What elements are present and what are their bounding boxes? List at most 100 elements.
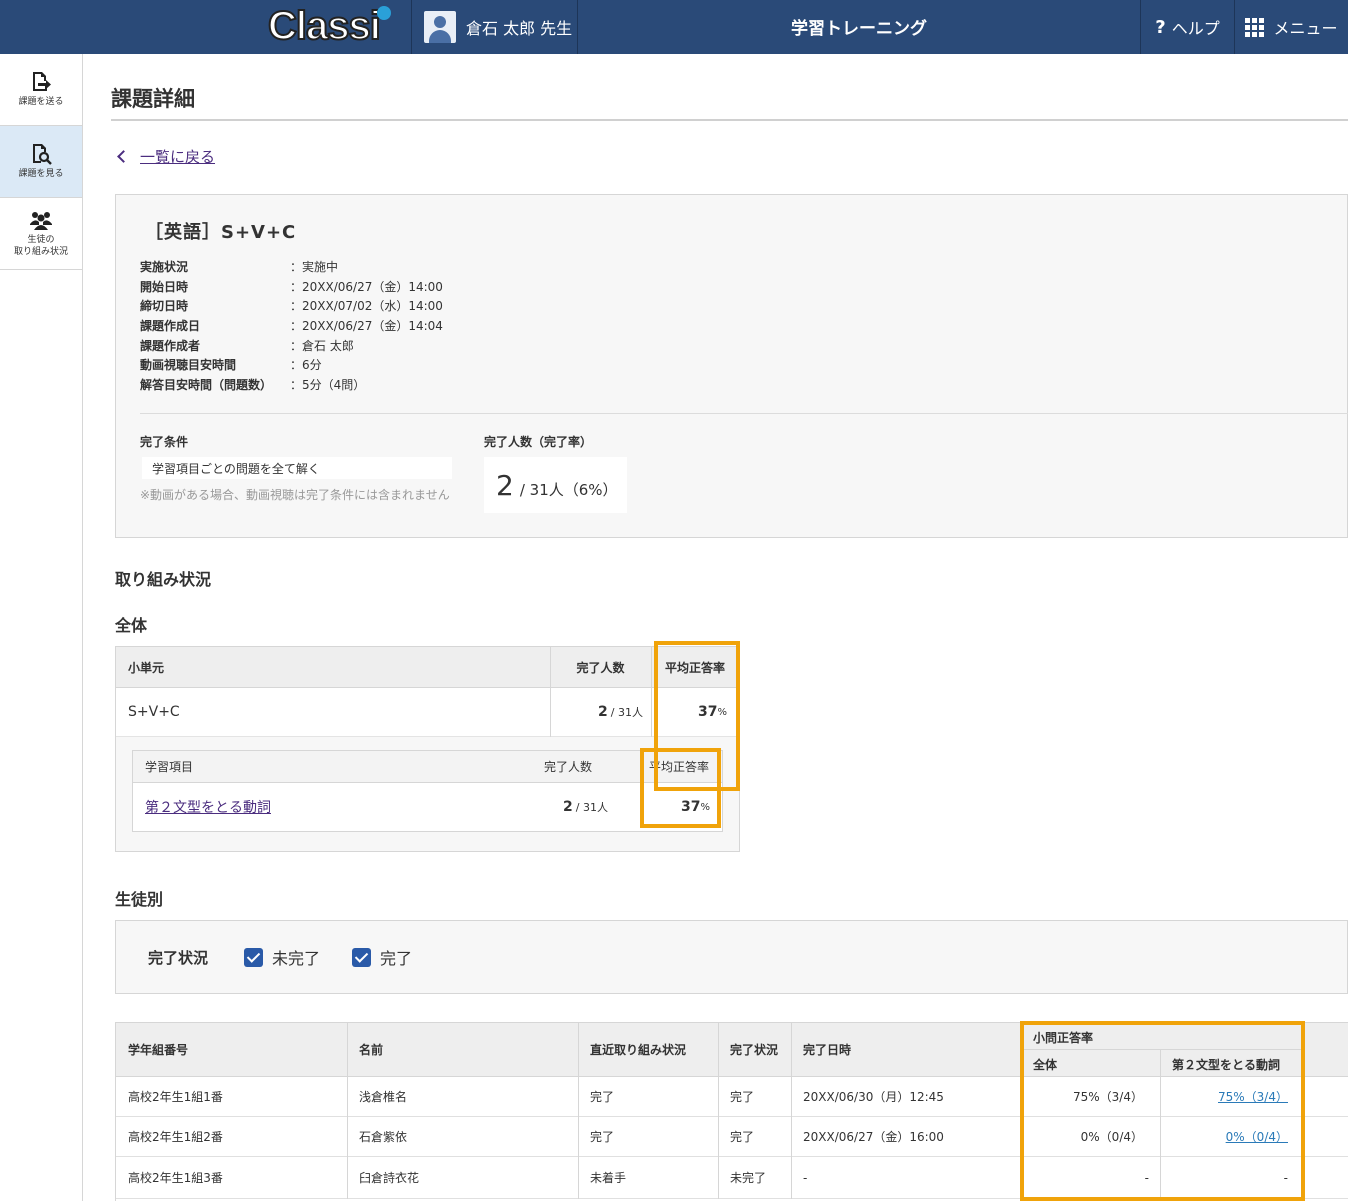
student-name: 石倉紫依 [359, 1130, 408, 1144]
info-colon: ： [290, 358, 303, 373]
rate-all: 75%（3/4） [1073, 1090, 1143, 1104]
rate-all: 0%（0/4） [1080, 1130, 1143, 1144]
column-divider [791, 1117, 792, 1157]
overall-table: 小単元 完了人数 平均正答率 S+V+C 2 / 31人 37 % 学習項目 完… [115, 646, 740, 852]
completion-status: 完了 [730, 1090, 755, 1104]
avg-rate-cell: 37 % [643, 783, 710, 831]
header-date: 完了日時 [803, 1043, 852, 1057]
sidebar-item-send-assignment[interactable]: 課題を送る [0, 54, 82, 126]
column-divider [791, 1023, 792, 1077]
column-divider [718, 1157, 719, 1199]
header-avg-rate: 平均正答率 [664, 660, 725, 675]
completion-date: - [803, 1170, 808, 1185]
learning-item-link[interactable]: 第２文型をとる動詞 [145, 797, 271, 817]
header-avg-rate: 平均正答率 [649, 760, 710, 774]
learning-item-header: 学習項目 完了人数 平均正答率 [133, 751, 722, 783]
column-divider [1160, 1049, 1161, 1077]
info-value: 実施中 [302, 260, 339, 275]
student-name: 浅倉椎名 [359, 1090, 408, 1104]
header-rate-group: 小問正答率 [1033, 1031, 1094, 1045]
info-key: 開始日時 [140, 279, 189, 294]
view-assignment-icon [33, 143, 52, 165]
class-no: 高校2年生1組3番 [128, 1171, 223, 1185]
logo-text: Classi [267, 3, 382, 49]
completed-total: / 31人 [575, 801, 608, 814]
header-completed: 完了人数 [544, 760, 593, 774]
info-row-status: 実施状況 ： 実施中 [140, 257, 443, 277]
table-row: 高校2年生1組1番 浅倉椎名 完了 完了 20XX/06/30（月）12:45 … [116, 1077, 1348, 1117]
info-row-deadline: 締切日時 ： 20XX/07/02（水）14:00 [140, 296, 443, 316]
sidebar-item-label: 課題を見る [18, 168, 64, 179]
row-divider [1021, 1049, 1304, 1050]
completed-count: 2 [496, 469, 514, 502]
info-key: 課題作成日 [140, 319, 201, 334]
back-link[interactable]: 一覧に戻る [140, 146, 215, 167]
progress-section-title: 取り組み状況 [115, 570, 212, 589]
info-colon: ： [290, 319, 303, 334]
students-table-header: 学年組番号 名前 直近取り組み状況 完了状況 完了日時 小問正答率 全体 第２文… [116, 1023, 1348, 1077]
info-row-author: 課題作成者 ： 倉石 太郎 [140, 335, 443, 355]
checkbox-label: 未完了 [272, 949, 321, 968]
info-row-start: 開始日時 ： 20XX/06/27（金）14:00 [140, 277, 443, 297]
checkbox-label: 完了 [380, 949, 413, 968]
column-divider [578, 1023, 579, 1077]
info-row-answer-time: 解答目安時間（問題数） ： 5分（4問） [140, 375, 443, 395]
assignment-title: ［英語］S+V+C [145, 222, 297, 243]
column-divider [347, 1023, 348, 1077]
learning-item-row: 第２文型をとる動詞 2 / 31人 37 % [133, 783, 722, 831]
app-title: 学習トレーニング [791, 19, 927, 39]
completion-date: 20XX/06/27（金）16:00 [803, 1130, 944, 1144]
classi-logo[interactable]: Classi [266, 3, 396, 50]
filter-complete-checkbox[interactable]: 完了 [352, 945, 412, 969]
sidebar: 課題を送る 課題を見る 生徒の 取り組み状況 [0, 54, 83, 1201]
completion-status: 完了 [730, 1130, 755, 1144]
recent-status: 完了 [590, 1130, 615, 1144]
page-title: 課題詳細 [111, 87, 195, 111]
help-button[interactable]: ? ヘルプ [1141, 0, 1234, 54]
completed-count-label: 完了人数（完了率） [484, 435, 593, 449]
completed-count-box: 2 / 31人（6%） [484, 457, 627, 513]
info-divider [140, 413, 1348, 414]
rate-item-link[interactable]: 75%（3/4） [1218, 1088, 1288, 1105]
sidebar-item-view-assignment[interactable]: 課題を見る [0, 126, 82, 198]
students-table: 学年組番号 名前 直近取り組み状況 完了状況 完了日時 小問正答率 全体 第２文… [115, 1022, 1348, 1201]
sidebar-item-student-progress[interactable]: 生徒の 取り組み状況 [0, 198, 82, 270]
completion-date: 20XX/06/30（月）12:45 [803, 1090, 944, 1104]
send-assignment-icon [33, 71, 51, 91]
class-no: 高校2年生1組2番 [128, 1130, 223, 1144]
info-colon: ： [290, 338, 303, 353]
info-key: 動画視聴目安時間 [140, 358, 237, 373]
students-section-title: 生徒別 [115, 890, 164, 909]
header-completed: 完了人数 [576, 660, 625, 675]
info-key: 実施状況 [140, 260, 189, 275]
column-divider [718, 1077, 719, 1117]
completion-condition-label: 完了条件 [140, 435, 189, 449]
sidebar-item-label: 取り組み状況 [13, 246, 68, 257]
user-info[interactable]: 倉石 太郎 先生 [424, 11, 572, 43]
table-row: 高校2年生1組2番 石倉紫依 完了 完了 20XX/06/27（金）16:00 … [116, 1117, 1348, 1157]
sidebar-item-label: 生徒の [27, 234, 55, 245]
rate-item-link[interactable]: 0%（0/4） [1226, 1128, 1288, 1145]
header-unit: 小単元 [128, 660, 165, 675]
info-key: 課題作成者 [140, 338, 201, 353]
info-colon: ： [290, 260, 303, 275]
completed-cell: 2 / 31人 [550, 688, 643, 736]
completion-status: 未完了 [730, 1171, 767, 1185]
column-divider [578, 1117, 579, 1157]
back-to-list[interactable]: 一覧に戻る [116, 146, 215, 167]
column-divider [791, 1077, 792, 1117]
sidebar-item-label: 課題を送る [18, 96, 64, 107]
student-name: 臼倉詩衣花 [359, 1171, 420, 1185]
unit-name: S+V+C [128, 704, 180, 720]
column-divider [1021, 1023, 1022, 1077]
filter-incomplete-checkbox[interactable]: 未完了 [244, 945, 320, 969]
menu-button[interactable]: メニュー [1235, 0, 1348, 54]
header-class-no: 学年組番号 [128, 1043, 189, 1057]
menu-label: メニュー [1273, 19, 1338, 38]
rate-all: - [1144, 1170, 1149, 1185]
header-status: 完了状況 [730, 1043, 779, 1057]
assignment-info-list: 実施状況 ： 実施中 開始日時 ： 20XX/06/27（金）14:00 締切日… [140, 257, 443, 394]
recent-status: 完了 [590, 1090, 615, 1104]
info-colon: ： [290, 299, 303, 314]
info-value: 6分 [302, 358, 322, 373]
